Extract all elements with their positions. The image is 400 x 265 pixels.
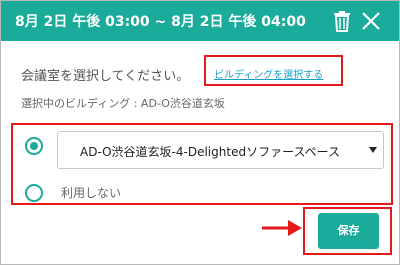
room-select-radio[interactable] xyxy=(25,137,43,155)
close-icon[interactable] xyxy=(358,8,384,34)
room-dropdown-value: AD-O渋谷道玄坂-4-Delightedソファースペース xyxy=(80,145,341,159)
annotation-highlight-link: ビルディングを選択する xyxy=(204,55,343,86)
radio-selected-dot xyxy=(30,142,38,150)
reservation-dialog: 8月 2日 午後 03:00 ~ 8月 2日 午後 04:00 会議室を選択して… xyxy=(0,0,400,265)
room-select-prompt: 会議室を選択してください。 xyxy=(21,69,190,84)
current-building-text: 選択中のビルディング : AD-O渋谷道玄坂 xyxy=(21,97,225,110)
dialog-title: 8月 2日 午後 03:00 ~ 8月 2日 午後 04:00 xyxy=(15,14,306,30)
annotation-highlight-options: AD-O渋谷道玄坂-4-Delightedソファースペース 利用しない xyxy=(11,123,393,205)
arrow-right-icon xyxy=(262,219,302,241)
no-use-label[interactable]: 利用しない xyxy=(61,184,121,201)
caret-down-icon xyxy=(369,147,377,153)
save-button[interactable]: 保存 xyxy=(318,213,379,249)
select-building-link[interactable]: ビルディングを選択する xyxy=(214,66,323,81)
dialog-header: 8月 2日 午後 03:00 ~ 8月 2日 午後 04:00 xyxy=(1,1,399,41)
trash-icon[interactable] xyxy=(329,8,355,34)
no-use-radio[interactable] xyxy=(25,184,43,202)
room-dropdown[interactable]: AD-O渋谷道玄坂-4-Delightedソファースペース xyxy=(57,131,384,169)
annotation-highlight-save: 保存 xyxy=(303,207,392,255)
